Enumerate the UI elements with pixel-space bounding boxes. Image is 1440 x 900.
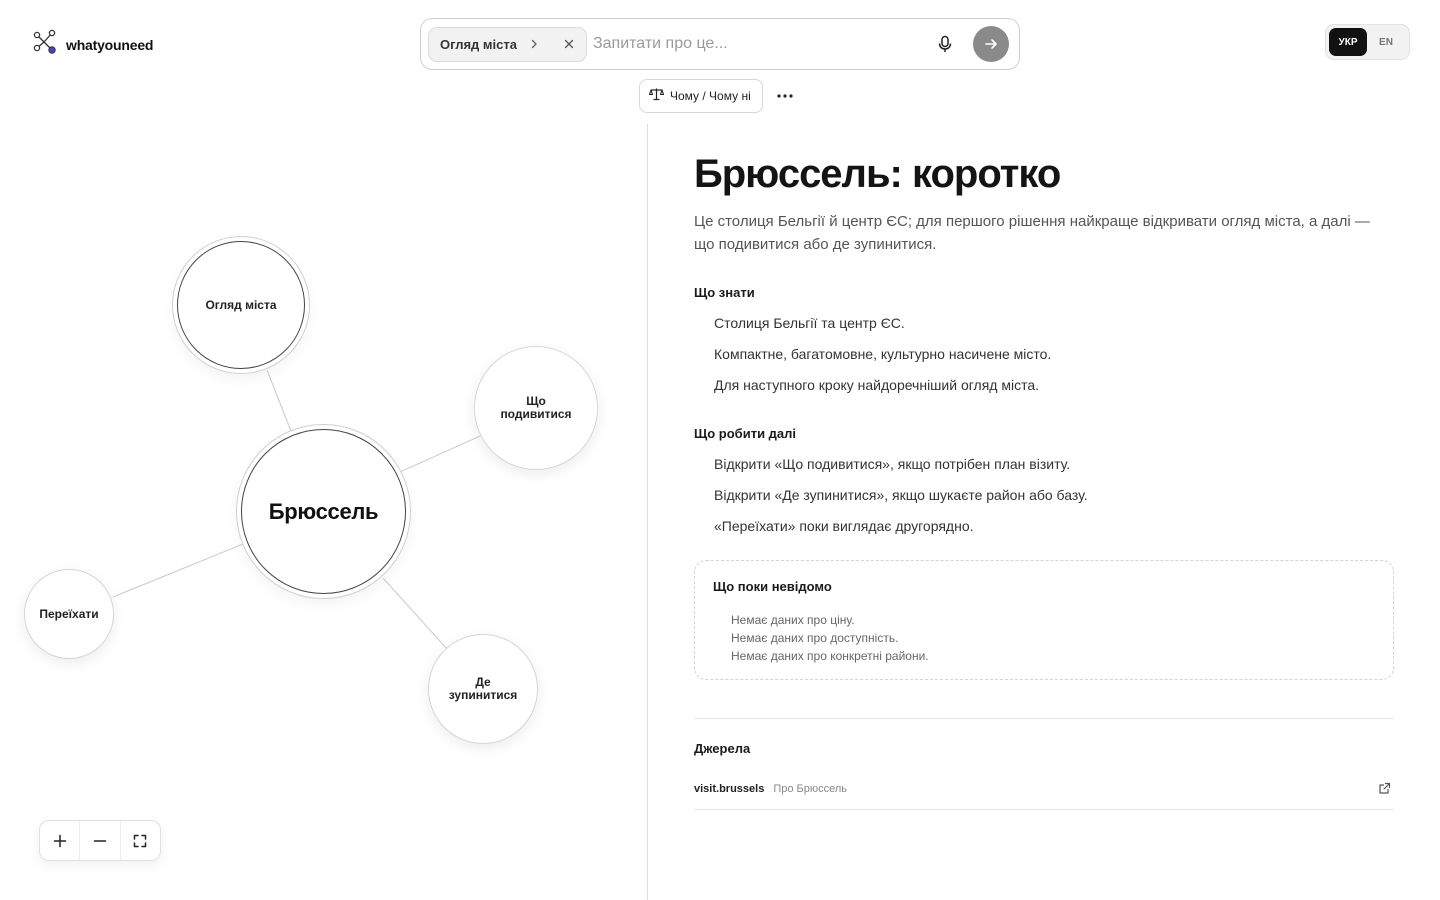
node-label: Де зупинитися [448,675,518,702]
node-what-to-see[interactable]: Що подивитися [474,346,598,470]
section-what-next: Що робити далі Відкрити «Що подивитися»,… [694,426,1394,534]
sources-heading: Джерела [694,741,751,756]
scales-icon [648,87,665,106]
language-toggle: УКР EN [1325,24,1410,60]
section-heading: Що знати [694,285,755,300]
node-label: Огляд міста [205,298,277,312]
article-panel: Брюссель: коротко Це столиця Бельгії й ц… [694,150,1394,810]
list-item: Відкрити «Що подивитися», якщо потрібен … [714,456,1071,472]
zoom-controls [39,820,161,861]
send-button[interactable] [973,26,1009,62]
why-why-not-button[interactable]: Чому / Чому ні [639,79,763,113]
mind-map-canvas[interactable]: Огляд міста Що подивитися Брюссель Переї… [0,0,647,900]
node-center-brussels[interactable]: Брюссель [241,429,406,594]
fit-view-button[interactable] [121,821,160,860]
arrow-right-icon [985,39,997,49]
node-label: Брюссель [268,498,379,524]
article-intro: Це столиця Бельгії й центр ЄС; для першо… [694,213,1370,253]
panel-divider [647,124,648,900]
list-item: Компактне, багатомовне, культурно насиче… [714,346,1052,362]
section-what-to-know: Що знати Столиця Бельгії та центр ЄС. Ко… [694,285,1394,393]
fullscreen-icon [134,834,147,847]
why-why-not-label: Чому / Чому ні [670,89,751,103]
node-move[interactable]: Переїхати [24,569,114,659]
list-item: Немає даних про ціну. [731,613,855,627]
source-divider [694,809,1394,810]
more-horizontal-icon[interactable] [772,84,798,108]
source-domain: visit.brussels [694,783,765,795]
list-item: «Переїхати» поки виглядає другорядно. [714,518,974,534]
list-item: Столиця Бельгії та центр ЄС. [714,315,905,331]
zoom-out-button[interactable] [80,821,121,860]
list-item: Немає даних про конкретні райони. [731,649,929,663]
section-heading: Що поки невідомо [713,579,832,594]
node-label: Що подивитися [500,394,572,421]
lang-option-en[interactable]: EN [1367,28,1405,56]
section-divider [694,718,1394,719]
external-link-icon[interactable] [1376,780,1392,796]
zoom-in-button[interactable] [40,821,81,860]
list-item: Відкрити «Де зупинитися», якщо шукаєте р… [714,487,1088,503]
article-title: Брюссель: коротко [694,152,1061,196]
source-label: Про Брюссель [773,783,848,795]
list-item: Для наступного кроку найдоречніший огляд… [714,377,1040,393]
node-where-to-stay[interactable]: Де зупинитися [428,634,538,744]
section-heading: Що робити далі [694,426,797,441]
list-item: Немає даних про доступність. [731,631,899,645]
lang-option-ukr[interactable]: УКР [1329,28,1367,56]
source-link[interactable]: visit.brussels Про Брюссель [694,780,1394,798]
minus-icon [93,839,107,842]
unknown-info-box: Що поки невідомо Немає даних про ціну. Н… [694,560,1394,680]
plus-icon [53,834,66,847]
node-label: Переїхати [39,606,99,621]
node-city-overview[interactable]: Огляд міста [177,241,305,369]
microphone-icon[interactable] [931,30,959,58]
